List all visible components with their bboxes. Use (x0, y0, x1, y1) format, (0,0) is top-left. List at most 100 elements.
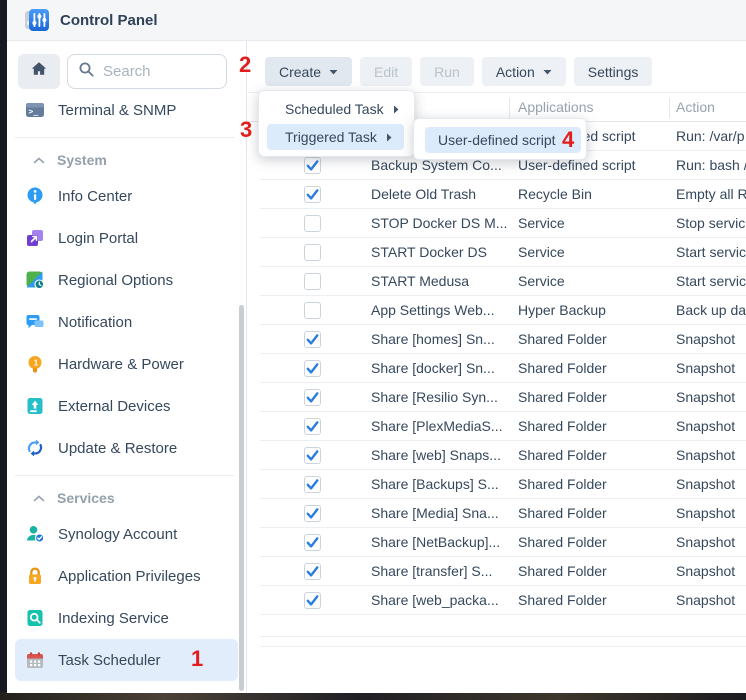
cell-name: Share [Resilio Syn... (371, 389, 511, 405)
row-checkbox[interactable] (304, 215, 321, 232)
sidebar-item-indexing-service[interactable]: Indexing Service (15, 597, 238, 639)
menu-item-scheduled-task[interactable]: Scheduled Task (259, 95, 414, 123)
create-button[interactable]: Create (265, 57, 352, 86)
sidebar-item-application-privileges[interactable]: Application Privileges (15, 555, 238, 597)
row-checkbox[interactable] (304, 157, 321, 174)
row-checkbox[interactable] (304, 476, 321, 493)
cell-name: Share [homes] Sn... (371, 331, 511, 347)
cell-application: Shared Folder (518, 418, 668, 434)
indexing-service-icon (25, 608, 45, 628)
create-dropdown-menu: Scheduled Task Triggered Task (258, 90, 415, 157)
row-checkbox[interactable] (304, 302, 321, 319)
table-row[interactable]: Share [Resilio Syn... Shared Folder Snap… (248, 383, 746, 412)
sidebar-item-hardware-power[interactable]: 1 Hardware & Power (15, 343, 238, 385)
sidebar-item-label: Hardware & Power (58, 356, 184, 373)
row-checkbox[interactable] (304, 360, 321, 377)
table-row[interactable]: Share [PlexMediaS... Shared Folder Snaps… (248, 412, 746, 441)
table-row[interactable]: STOP Docker DS M... Service Stop servic (248, 209, 746, 238)
sidebar-section-system[interactable]: System (7, 145, 246, 175)
action-button[interactable]: Action (482, 57, 566, 86)
notification-icon (25, 312, 45, 332)
row-checkbox[interactable] (304, 447, 321, 464)
cell-application: Shared Folder (518, 563, 668, 579)
cell-name: Delete Old Trash (371, 186, 511, 202)
search-input[interactable] (103, 63, 218, 80)
cell-name: Share [web_packa... (371, 592, 511, 608)
update-restore-icon (25, 438, 45, 458)
cell-action: Run: bash / (676, 157, 746, 173)
row-checkbox[interactable] (304, 505, 321, 522)
table-row[interactable]: Share [Media] Sna... Shared Folder Snaps… (248, 499, 746, 528)
cell-action: Run: /var/p (676, 128, 746, 144)
settings-button[interactable]: Settings (574, 57, 653, 86)
table-row[interactable]: App Settings Web... Hyper Backup Back up… (248, 296, 746, 325)
sidebar-scrollbar[interactable] (239, 305, 244, 691)
cell-name: Share [transfer] S... (371, 563, 511, 579)
column-header-applications[interactable]: Applications (518, 99, 594, 115)
sidebar-item-label: Synology Account (58, 526, 177, 543)
sidebar-item-synology-account[interactable]: Synology Account (15, 513, 238, 555)
info-icon (25, 186, 45, 206)
sidebar-item-login-portal[interactable]: Login Portal (15, 217, 238, 259)
table-row[interactable]: START Docker DS Service Start servic (248, 238, 746, 267)
synology-account-icon (25, 524, 45, 544)
sidebar-item-terminal-snmp[interactable]: >_ Terminal & SNMP (15, 89, 238, 131)
submenu-item-user-defined-script[interactable]: User-defined script (425, 127, 581, 153)
home-button[interactable] (18, 54, 60, 89)
login-portal-icon (25, 228, 45, 248)
row-checkbox[interactable] (304, 534, 321, 551)
table-row[interactable]: Share [transfer] S... Shared Folder Snap… (248, 557, 746, 586)
table-row[interactable]: Share [docker] Sn... Shared Folder Snaps… (248, 354, 746, 383)
sidebar-item-update-restore[interactable]: Update & Restore (15, 427, 238, 469)
cell-application: Shared Folder (518, 331, 668, 347)
table-row[interactable]: START Medusa Service Start servic (248, 267, 746, 296)
cell-name: STOP Docker DS M... (371, 215, 511, 231)
cell-action: Snapshot (676, 331, 746, 347)
row-checkbox[interactable] (304, 331, 321, 348)
sidebar-section-services[interactable]: Services (7, 483, 246, 513)
search-box[interactable] (67, 54, 227, 89)
table-row[interactable]: Share [NetBackup]... Shared Folder Snaps… (248, 528, 746, 557)
table-row[interactable]: Share [web_packa... Shared Folder Snapsh… (248, 586, 746, 615)
row-checkbox[interactable] (304, 244, 321, 261)
row-checkbox[interactable] (304, 389, 321, 406)
cell-application: Shared Folder (518, 389, 668, 405)
table-row[interactable]: Share [Backups] S... Shared Folder Snaps… (248, 470, 746, 499)
row-checkbox[interactable] (304, 186, 321, 203)
row-checkbox[interactable] (304, 563, 321, 580)
sidebar-item-external-devices[interactable]: External Devices (15, 385, 238, 427)
sidebar-item-label: Regional Options (58, 272, 173, 289)
cell-action: Empty all R (676, 186, 746, 202)
annotation-2: 2 (239, 54, 251, 76)
row-separator (260, 636, 746, 637)
row-checkbox[interactable] (304, 592, 321, 609)
row-checkbox[interactable] (304, 418, 321, 435)
table-row[interactable]: Delete Old Trash Recycle Bin Empty all R (248, 180, 746, 209)
cell-name: Share [NetBackup]... (371, 534, 511, 550)
caret-down-icon (329, 69, 338, 75)
annotation-1: 1 (191, 648, 203, 670)
sidebar-top (7, 41, 246, 89)
sidebar-item-info-center[interactable]: Info Center (15, 175, 238, 217)
sidebar-item-label: External Devices (58, 398, 171, 415)
cell-name: Share [docker] Sn... (371, 360, 511, 376)
sidebar-item-regional-options[interactable]: Regional Options (15, 259, 238, 301)
edit-button[interactable]: Edit (360, 57, 412, 86)
cell-name: START Medusa (371, 273, 511, 289)
column-header-action[interactable]: Action (676, 99, 715, 115)
table-row[interactable]: Share [homes] Sn... Shared Folder Snapsh… (248, 325, 746, 354)
cell-action: Stop servic (676, 215, 746, 231)
regional-options-icon (25, 270, 45, 290)
external-devices-icon (25, 396, 45, 416)
caret-down-icon (543, 69, 552, 75)
row-checkbox[interactable] (304, 273, 321, 290)
section-header-label: System (57, 152, 107, 168)
sidebar-item-notification[interactable]: Notification (15, 301, 238, 343)
cell-action: Snapshot (676, 534, 746, 550)
menu-item-triggered-task[interactable]: Triggered Task (267, 124, 404, 150)
cell-name: Share [Backups] S... (371, 476, 511, 492)
run-button[interactable]: Run (420, 57, 474, 86)
table-row[interactable]: Share [web] Snaps... Shared Folder Snaps… (248, 441, 746, 470)
sidebar-item-task-scheduler[interactable]: Task Scheduler (15, 639, 238, 681)
triggered-task-submenu: User-defined script (413, 118, 587, 160)
